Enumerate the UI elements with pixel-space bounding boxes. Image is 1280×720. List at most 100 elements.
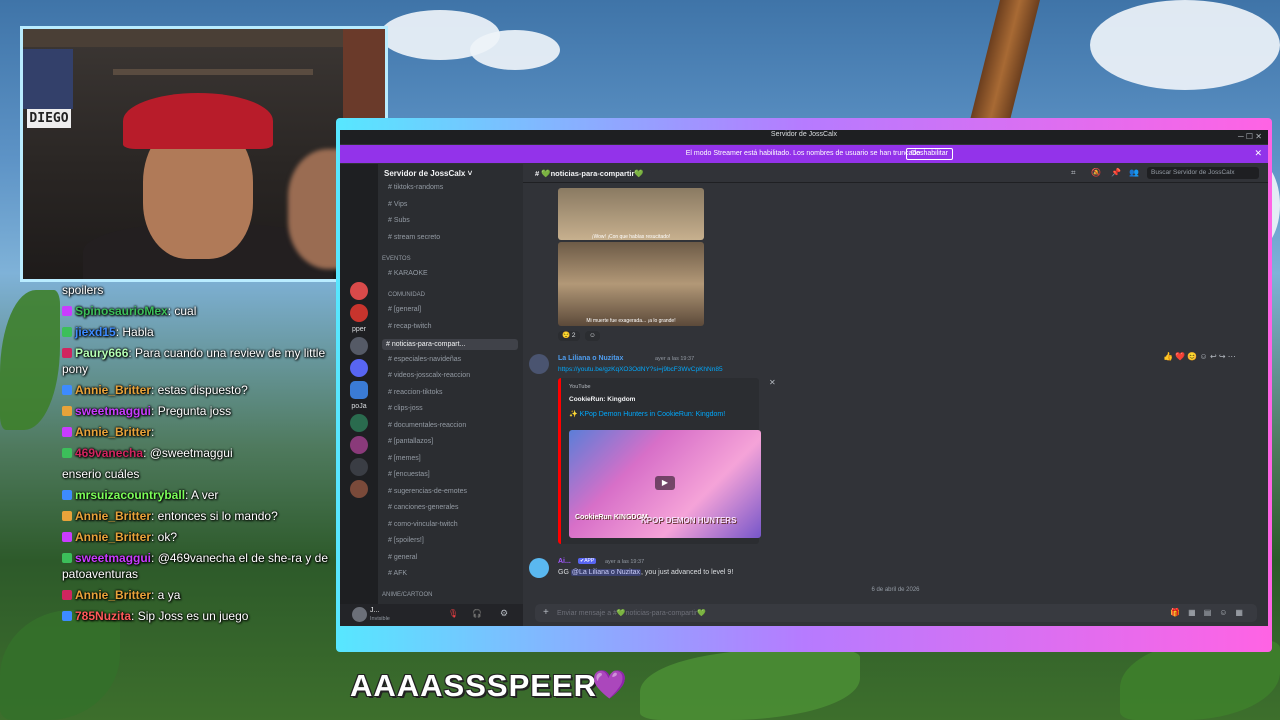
channel-item[interactable]: # Vips <box>388 201 407 208</box>
name-sign: DIEGO <box>27 109 71 128</box>
message-timestamp: ayer a las 19:37 <box>605 559 645 565</box>
channel-item[interactable]: # [encuestas] <box>388 471 430 478</box>
channel-item[interactable]: # documentales-reaccion <box>388 422 466 429</box>
channel-item[interactable]: # [spoilers!] <box>388 537 424 544</box>
window-titlebar: Servidor de JossCalx ─ ☐ ✕ <box>340 130 1268 144</box>
message-timestamp: ayer a las 19:37 <box>655 356 695 362</box>
message-hover-toolbar[interactable]: 👍 ❤️ 😊 ☺ ↩ ↪ ⋯ <box>1163 352 1236 361</box>
server-icon[interactable] <box>350 359 368 377</box>
chat-text: : cual <box>167 304 197 318</box>
window-controls[interactable]: ─ ☐ ✕ <box>1238 132 1262 141</box>
channel-item[interactable]: # general <box>388 554 417 561</box>
channel-item[interactable]: # Subs <box>388 217 410 224</box>
chat-badge-icon <box>62 348 72 358</box>
chat-badge-icon <box>62 511 72 521</box>
chat-text: : <box>151 425 155 439</box>
category-community[interactable]: Comunidad <box>388 292 425 298</box>
pin-icon[interactable]: 📌 <box>1111 168 1121 177</box>
meme-subtitle: Mi muerte fue exagerada... ¡a lo grande! <box>586 318 676 324</box>
chat-message: sweetmaggui: Pregunta joss <box>62 403 336 419</box>
reaction-pill[interactable]: 😌 2 <box>558 331 580 341</box>
server-icon[interactable] <box>350 381 368 399</box>
channel-item[interactable]: # recap-twitch <box>388 323 432 330</box>
server-icon[interactable] <box>350 304 368 322</box>
gear-icon[interactable]: ⚙ <box>500 608 508 619</box>
channel-item[interactable]: # sugerencias-de-emotes <box>388 488 467 495</box>
chat-badge-icon <box>62 553 72 563</box>
message-author[interactable]: La Liliana o Nuzitax <box>558 355 623 362</box>
members-icon[interactable]: 👥 <box>1129 168 1139 177</box>
chat-text: : Habla <box>115 325 154 339</box>
composer-tools[interactable]: 🎁▦▤☺▦ <box>1170 608 1251 617</box>
chat-username: 469vanecha <box>75 446 144 460</box>
server-icon[interactable] <box>350 414 368 432</box>
embed-author[interactable]: CookieRun: Kingdom <box>569 396 635 403</box>
chat-username: SpinosaurioMex <box>75 304 168 318</box>
cloud <box>470 30 560 70</box>
chat-username: Annie_Britter <box>75 509 152 523</box>
mute-icon[interactable]: 🎙 <box>448 609 458 618</box>
bell-icon[interactable]: 🔕 <box>1091 168 1101 177</box>
channel-item[interactable]: # videos-josscalx-reaccion <box>388 372 470 379</box>
channel-header: # 💚noticias-para-compartir💚 ⌗ 🔕 📌 👥 Busc… <box>523 164 1268 183</box>
embed-title[interactable]: ✨ KPop Demon Hunters in CookieRun: Kingd… <box>569 410 725 418</box>
chat-message: Annie_Britter: ok? <box>62 529 336 545</box>
server-icon[interactable] <box>350 436 368 454</box>
stream-chat: spoilers SpinosaurioMex: cual jiexd15: Hab… <box>40 282 336 702</box>
message-composer[interactable]: + Enviar mensaje a #💚noticias-para-compa… <box>535 604 1257 622</box>
level-up-message: GG @La Liliana o Nuzitax, you just advan… <box>558 569 734 576</box>
server-icon[interactable] <box>350 458 368 476</box>
avatar[interactable] <box>352 607 367 622</box>
server-icon[interactable] <box>350 282 368 300</box>
add-attachment-icon[interactable]: + <box>543 607 549 618</box>
server-icon[interactable] <box>350 337 368 355</box>
shelf <box>113 69 313 75</box>
category-events[interactable]: EVENTOS <box>382 256 411 262</box>
channel-item[interactable]: # canciones-generales <box>388 504 458 511</box>
server-name[interactable]: Servidor de JossCalx ˅ <box>384 169 472 178</box>
chat-username: Annie_Britter <box>75 425 152 439</box>
chat-text: : entonces si lo mando? <box>151 509 278 523</box>
channel-item[interactable]: # clips-joss <box>388 405 423 412</box>
add-reaction-icon[interactable]: ☺ <box>585 331 600 341</box>
chat-message: Annie_Britter: <box>62 424 336 440</box>
channel-item[interactable]: # tiktoks-randoms <box>388 184 443 191</box>
channel-item[interactable]: # especiales-navideñas <box>388 356 461 363</box>
chat-username: Annie_Britter <box>75 588 152 602</box>
play-icon[interactable]: ▶ <box>655 476 675 490</box>
chat-username: mrsuizacountryball <box>75 488 186 502</box>
user-name: J... <box>370 607 380 614</box>
channel-item[interactable]: # noticias-para-compart... <box>382 339 518 350</box>
channel-item[interactable]: # como-vincular-twitch <box>388 521 458 528</box>
message-author[interactable]: Ai... <box>558 558 571 565</box>
meme-image-top[interactable]: ¡Wow! ¡Con que habías resucitado! <box>558 188 704 240</box>
category-anime[interactable]: ANIME/CARTOON <box>382 592 432 598</box>
channel-item[interactable]: # reaccion-tiktoks <box>388 389 442 396</box>
chat-message: jiexd15: Habla <box>62 324 336 340</box>
youtube-link[interactable]: https://youtu.be/gzKqXO3OdNY?si=j9bcF3Wv… <box>558 366 723 373</box>
close-icon[interactable]: ✕ <box>1254 148 1262 159</box>
channel-item[interactable]: # KARAOKE <box>388 270 428 277</box>
threads-icon[interactable]: ⌗ <box>1071 168 1076 178</box>
user-mention[interactable]: @La Liliana o Nuzitax <box>570 569 642 576</box>
chat-username: Annie_Britter <box>75 383 152 397</box>
message-input[interactable]: Enviar mensaje a #💚noticias-para-compart… <box>557 609 706 617</box>
channel-item[interactable]: # [memes] <box>388 455 421 462</box>
avatar[interactable] <box>529 354 549 374</box>
chat-badge-icon <box>62 590 72 600</box>
server-icon[interactable] <box>350 480 368 498</box>
channel-item[interactable]: # AFK <box>388 570 407 577</box>
close-icon[interactable]: ✕ <box>769 378 776 387</box>
channel-item[interactable]: # stream secreto <box>388 234 440 241</box>
search-input[interactable]: Buscar Servidor de JossCalx <box>1147 167 1259 179</box>
meme-image-bottom[interactable]: Mi muerte fue exagerada... ¡a lo grande! <box>558 242 704 326</box>
cloud <box>1090 0 1280 90</box>
disable-streamer-button[interactable]: Deshabilitar <box>906 148 953 160</box>
headphones-icon[interactable]: 🎧 <box>472 609 482 618</box>
channel-item[interactable]: # [general] <box>388 306 421 313</box>
chat-message: 785Nuzita: Sip Joss es un juego <box>62 608 336 624</box>
user-status: Invisible <box>370 616 390 622</box>
avatar[interactable] <box>529 558 549 578</box>
channel-item[interactable]: # [pantallazos] <box>388 438 433 445</box>
video-thumbnail[interactable]: CookieRun KINGDOM KPOP DEMON HUNTERS ▶ <box>569 430 761 538</box>
